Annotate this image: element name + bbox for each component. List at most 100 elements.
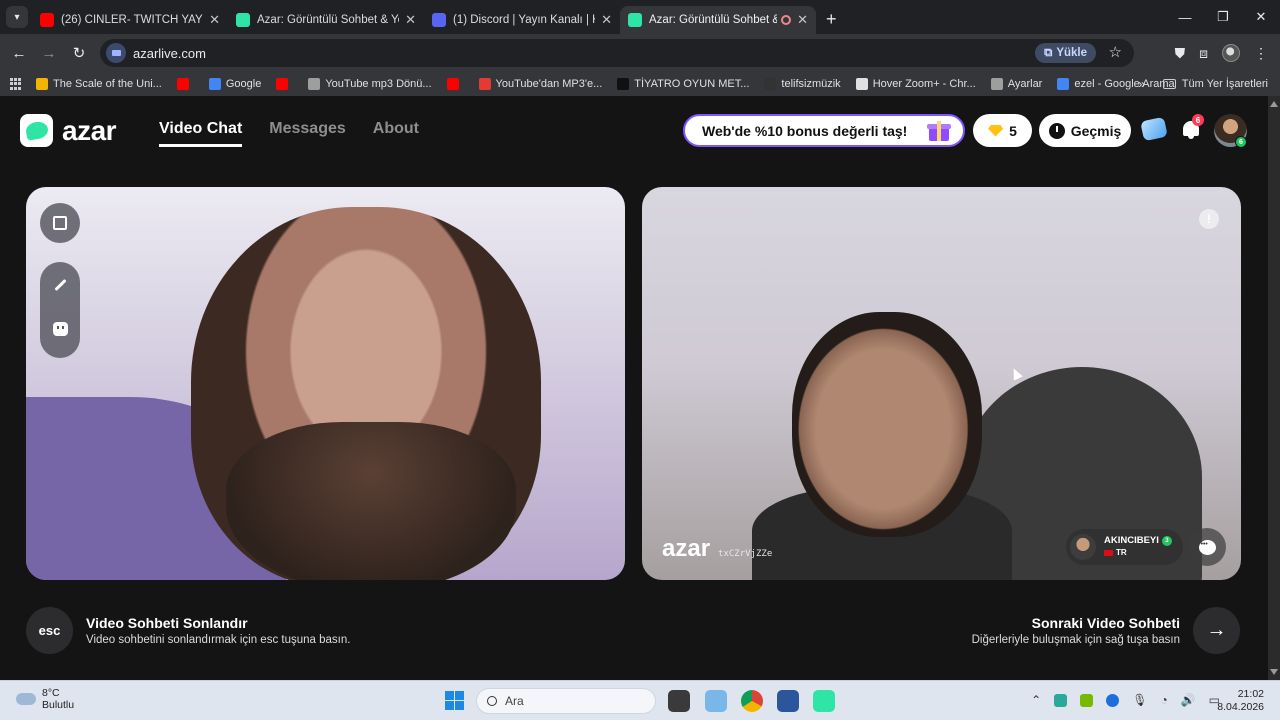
live-tv-icon[interactable]: [1140, 116, 1168, 142]
back-button[interactable]: ←: [4, 45, 34, 62]
cloud-icon: [16, 693, 36, 705]
remote-person: [792, 312, 982, 537]
maximize-button[interactable]: ❐: [1204, 9, 1242, 25]
next-chat-subtitle: Diğerleriyle buluşmak için sağ tuşa bası…: [971, 634, 1180, 646]
remote-video: ! azar txCZrVjZZe AKINCIBEYI 3 TR: [642, 187, 1241, 580]
peer-name: AKINCIBEYI: [1104, 535, 1159, 546]
gem-balance-button[interactable]: 5: [973, 114, 1032, 147]
chrome-app-icon[interactable]: [741, 690, 763, 712]
volume-icon[interactable]: 🔊: [1181, 693, 1196, 707]
bookmark-item[interactable]: Hover Zoom+ - Chr...: [855, 78, 976, 90]
report-button[interactable]: !: [1199, 209, 1219, 229]
azar-logo[interactable]: azar: [20, 114, 117, 147]
peer-profile-chip[interactable]: AKINCIBEYI 3 TR: [1066, 529, 1183, 565]
forward-button[interactable]: →: [34, 45, 64, 62]
next-chat-button[interactable]: →: [1193, 607, 1240, 654]
microphone-icon[interactable]: 🎙: [1132, 693, 1147, 707]
windows-taskbar: 8°C Bulutlu Ara ⌃ 🎙 ◔ 🔊 ▭ 21:02 8.04.202…: [0, 680, 1280, 720]
clock-time: 21:02: [1237, 688, 1264, 700]
browser-tab[interactable]: Azar: Görüntülü Sohbet & Y ✕: [620, 6, 816, 34]
magic-wand-icon[interactable]: [53, 278, 67, 292]
azar-app-icon[interactable]: [813, 690, 835, 712]
bookmark-item[interactable]: ezel - Google Arama: [1057, 78, 1175, 90]
tray-expand-icon[interactable]: ⌃: [1031, 693, 1041, 707]
browser-tab[interactable]: (1) Discord | Yayın Kanalı | Kolsuz ✕: [424, 6, 620, 34]
extensions-icon[interactable]: ⧈: [1199, 45, 1208, 62]
nav-video-chat[interactable]: Video Chat: [159, 120, 243, 147]
url-text[interactable]: azarlive.com: [133, 46, 206, 61]
reload-button[interactable]: ↻: [64, 44, 94, 62]
tray-app-icon[interactable]: [1054, 693, 1068, 707]
close-tab-icon[interactable]: ✕: [209, 12, 220, 28]
chat-bubble-icon: [1198, 539, 1216, 555]
install-app-button[interactable]: ⧉ Yükle: [1035, 43, 1096, 63]
tab-search-button[interactable]: ▾: [6, 6, 28, 28]
local-video: [26, 187, 625, 580]
search-icon: [487, 696, 497, 706]
bookmark-item[interactable]: TİYATRO OYUN MET...: [617, 78, 749, 90]
page-scrollbar[interactable]: [1268, 96, 1280, 680]
close-tab-icon[interactable]: ✕: [405, 12, 416, 28]
nvidia-icon[interactable]: [1080, 693, 1094, 707]
bookmark-item[interactable]: Ayarlar: [990, 78, 1042, 90]
azar-icon: [628, 13, 642, 27]
address-bar[interactable]: azarlive.com ⧉ Yükle ☆: [100, 39, 1134, 67]
task-view-icon[interactable]: [668, 690, 690, 712]
wifi-icon[interactable]: ◔: [1160, 693, 1167, 707]
end-chat-button[interactable]: esc: [26, 607, 73, 654]
photos-app-icon[interactable]: [705, 690, 727, 712]
youtube-icon: [40, 13, 54, 27]
taskbar-clock[interactable]: 21:02 8.04.2026: [1217, 688, 1264, 714]
bookmark-item[interactable]: [276, 78, 293, 90]
tab-strip: ▾ (26) CİNLER- TWITCH YAYININDAN✕Azar: G…: [0, 0, 1280, 34]
new-tab-button[interactable]: +: [826, 9, 837, 30]
chat-button[interactable]: [1188, 528, 1226, 566]
bookmark-item[interactable]: The Scale of the Uni...: [36, 78, 162, 90]
weather-widget[interactable]: 8°C Bulutlu: [16, 687, 74, 711]
close-window-button[interactable]: ✕: [1242, 9, 1280, 25]
bookmark-label: Google: [225, 78, 262, 90]
history-button[interactable]: Geçmiş: [1039, 114, 1131, 147]
start-button[interactable]: [445, 691, 464, 710]
minimize-button[interactable]: —: [1166, 10, 1204, 25]
gem-icon: [988, 124, 1004, 137]
install-label: Yükle: [1056, 47, 1087, 59]
collapse-icon: [53, 216, 67, 230]
bookmark-item[interactable]: YouTube mp3 Dönü...: [308, 78, 432, 90]
bluetooth-icon[interactable]: [1106, 693, 1120, 707]
more-bookmarks-icon[interactable]: »: [1138, 77, 1145, 91]
word-app-icon[interactable]: [777, 690, 799, 712]
menu-icon[interactable]: ⋮: [1254, 45, 1268, 62]
site-info-icon[interactable]: [106, 43, 126, 63]
azar-logo-icon: [20, 114, 53, 147]
minimize-video-button[interactable]: [40, 203, 80, 243]
bookmark-favicon-icon: [36, 78, 48, 90]
close-tab-icon[interactable]: ✕: [797, 12, 808, 28]
bookmark-favicon-icon: [990, 78, 1003, 90]
bookmark-star-icon[interactable]: ☆: [1109, 43, 1122, 61]
bookmark-item[interactable]: [176, 78, 194, 90]
close-tab-icon[interactable]: ✕: [601, 12, 612, 28]
shield-icon[interactable]: ⛊: [1175, 45, 1186, 62]
nav-messages[interactable]: Messages: [269, 120, 346, 147]
all-bookmarks-button[interactable]: Tüm Yer İşaretleri: [1162, 78, 1268, 90]
peer-level-badge: 3: [1161, 536, 1172, 546]
promo-banner[interactable]: Web'de %10 bonus değerli taş!: [683, 114, 965, 147]
notification-badge: 6: [1192, 114, 1204, 126]
bookmark-item[interactable]: [446, 78, 464, 90]
nav-about[interactable]: About: [373, 120, 419, 147]
profile-avatar[interactable]: [1222, 44, 1240, 62]
face-filter-icon[interactable]: [53, 322, 68, 336]
browser-tab[interactable]: (26) CİNLER- TWITCH YAYININDAN ✕: [32, 6, 228, 34]
apps-grid-icon[interactable]: [10, 78, 22, 90]
bookmark-favicon-icon: [764, 78, 777, 90]
taskbar-search[interactable]: Ara: [476, 688, 656, 714]
browser-tab[interactable]: Azar: Görüntülü Sohbet & Yeni ✕: [228, 6, 424, 34]
bookmark-item[interactable]: Google: [208, 78, 262, 90]
bookmark-item[interactable]: YouTube'dan MP3'e...: [478, 78, 602, 90]
next-chat-section: Sonraki Video Sohbeti Diğerleriyle buluş…: [972, 607, 1240, 654]
bookmark-item[interactable]: telifsizmüzik: [764, 78, 841, 90]
weather-temp: 8°C: [42, 687, 60, 699]
local-person-beard: [226, 422, 516, 580]
weather-desc: Bulutlu: [42, 699, 75, 711]
